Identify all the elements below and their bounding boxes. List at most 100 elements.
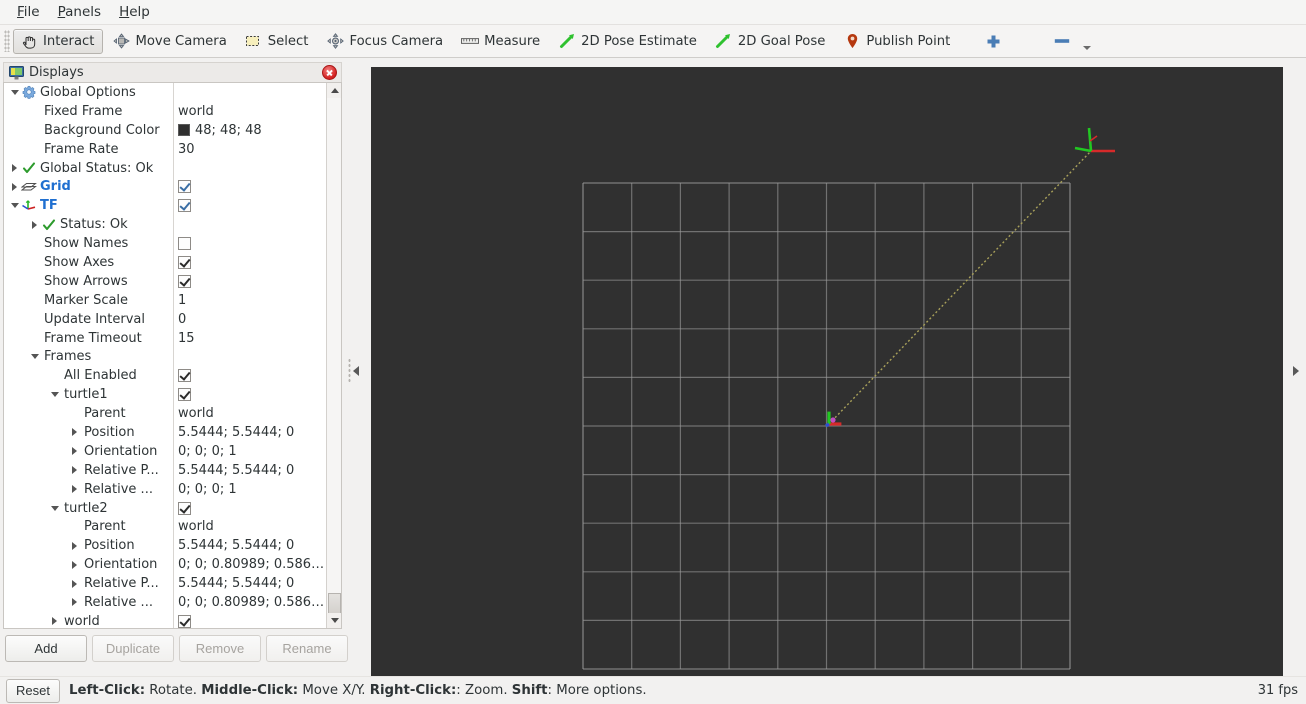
toolbar-2d-goal-pose[interactable]: 2D Goal Pose xyxy=(708,29,835,54)
color-swatch[interactable] xyxy=(178,124,190,137)
tree-item-value[interactable]: world xyxy=(178,406,214,421)
toolbar-plus-icon[interactable] xyxy=(973,29,1018,54)
3d-render-view[interactable] xyxy=(371,67,1283,704)
tree-item-value[interactable]: 0 xyxy=(178,312,186,327)
visibility-checkbox[interactable] xyxy=(178,274,191,288)
tree-item-value[interactable]: 5.5444; 5.5444; 0 xyxy=(178,538,294,553)
tree-item-value[interactable]: 15 xyxy=(178,331,195,346)
tree-expander-closed[interactable] xyxy=(68,539,81,552)
tree-row[interactable]: Show Axes xyxy=(4,253,326,272)
tree-row[interactable]: Global Options xyxy=(4,83,326,102)
tree-item-value[interactable]: 0; 0; 0; 1 xyxy=(178,482,237,497)
tree-item-value[interactable]: 1 xyxy=(178,293,186,308)
tree-row[interactable]: TF xyxy=(4,196,326,215)
tree-row[interactable]: Fixed Frame world xyxy=(4,102,326,121)
tree-expander-closed[interactable] xyxy=(68,426,81,439)
scrollbar-thumb[interactable] xyxy=(328,593,341,615)
toolbar-drag-handle[interactable] xyxy=(4,30,10,52)
tree-row[interactable]: Orientation 0; 0; 0; 1 xyxy=(4,442,326,461)
tree-row[interactable]: Position 5.5444; 5.5444; 0 xyxy=(4,423,326,442)
toolbar-select[interactable]: Select xyxy=(238,29,318,54)
scroll-down-button[interactable] xyxy=(327,613,341,628)
reset-button[interactable]: Reset xyxy=(6,678,60,703)
tree-expander-open[interactable] xyxy=(48,502,61,515)
tree-row[interactable]: Position 5.5444; 5.5444; 0 xyxy=(4,536,326,555)
toolbar-minus-icon[interactable] xyxy=(1042,29,1087,54)
tree-expander-closed[interactable] xyxy=(68,464,81,477)
tree-item-value[interactable]: 0; 0; 0.80989; 0.58658 xyxy=(178,557,326,572)
tree-row[interactable]: Background Color 48; 48; 48 xyxy=(4,121,326,140)
visibility-checkbox[interactable] xyxy=(178,369,191,383)
tree-item-value[interactable]: world xyxy=(178,519,214,534)
tree-row[interactable]: Parent world xyxy=(4,404,326,423)
tree-item-value[interactable]: 30 xyxy=(178,142,195,157)
tree-expander-closed[interactable] xyxy=(68,596,81,609)
visibility-checkbox[interactable] xyxy=(178,388,191,402)
visibility-checkbox[interactable] xyxy=(178,180,191,194)
tree-expander-closed[interactable] xyxy=(8,180,21,193)
tree-expander-closed[interactable] xyxy=(68,483,81,496)
visibility-checkbox[interactable] xyxy=(178,501,191,515)
tree-vertical-scrollbar[interactable] xyxy=(326,83,341,628)
tree-row[interactable]: Orientation 0; 0; 0.80989; 0.58658 xyxy=(4,555,326,574)
tree-row[interactable]: Relative P... 5.5444; 5.5444; 0 xyxy=(4,574,326,593)
tree-row[interactable]: Relative P... 5.5444; 5.5444; 0 xyxy=(4,461,326,480)
visibility-checkbox[interactable] xyxy=(178,237,191,251)
visibility-checkbox[interactable] xyxy=(178,614,191,628)
tree-row[interactable]: Parent world xyxy=(4,517,326,536)
tree-row[interactable]: Global Status: Ok xyxy=(4,159,326,178)
tree-expander-closed[interactable] xyxy=(68,445,81,458)
tree-expander-open[interactable] xyxy=(8,86,21,99)
tree-row[interactable]: Show Names xyxy=(4,234,326,253)
visibility-checkbox[interactable] xyxy=(178,199,191,213)
tree-item-value[interactable]: world xyxy=(178,104,214,119)
toolbar-overflow-chevron-down-icon[interactable] xyxy=(1083,46,1092,50)
tree-expander-closed[interactable] xyxy=(68,558,81,571)
tree-row[interactable]: Grid xyxy=(4,177,326,196)
tree-row[interactable]: Show Arrows xyxy=(4,272,326,291)
toolbar-interact[interactable]: Interact xyxy=(13,28,104,54)
tree-item-value[interactable]: 5.5444; 5.5444; 0 xyxy=(178,576,294,591)
tree-expander-closed[interactable] xyxy=(8,162,21,175)
tree-expander-closed[interactable] xyxy=(48,615,61,628)
scroll-up-button[interactable] xyxy=(327,83,341,98)
visibility-checkbox[interactable] xyxy=(178,255,191,269)
tree-expander-closed[interactable] xyxy=(28,218,41,231)
tree-expander-open[interactable] xyxy=(48,388,61,401)
tree-row[interactable]: Status: Ok xyxy=(4,215,326,234)
tree-row[interactable]: Frame Timeout 15 xyxy=(4,329,326,348)
close-icon[interactable] xyxy=(322,65,337,80)
tree-row[interactable]: All Enabled xyxy=(4,366,326,385)
tree-item-value[interactable]: 0; 0; 0.80989; 0.58658 xyxy=(178,595,326,610)
menu-panels[interactable]: Panels xyxy=(49,2,110,22)
tree-row[interactable]: Frame Rate 30 xyxy=(4,140,326,159)
toolbar-publish-point[interactable]: Publish Point xyxy=(836,29,959,54)
axis-z-green xyxy=(1074,146,1092,153)
tree-row[interactable]: world xyxy=(4,612,326,628)
tree-row[interactable]: Marker Scale 1 xyxy=(4,291,326,310)
tree-item-value[interactable]: 0; 0; 0; 1 xyxy=(178,444,237,459)
tree-row[interactable]: turtle1 xyxy=(4,385,326,404)
tree-item-value[interactable]: 5.5444; 5.5444; 0 xyxy=(178,463,294,478)
tree-expander-closed[interactable] xyxy=(68,577,81,590)
tree-row[interactable]: Relative ... 0; 0; 0; 1 xyxy=(4,480,326,499)
left-panel-collapse-handle[interactable] xyxy=(347,351,359,391)
tree-row[interactable]: turtle2 xyxy=(4,499,326,518)
tree-expander-open[interactable] xyxy=(8,199,21,212)
tree-expander-open[interactable] xyxy=(28,350,41,363)
menu-help[interactable]: Help xyxy=(110,2,159,22)
toolbar-2d-pose-estimate[interactable]: 2D Pose Estimate xyxy=(551,29,706,54)
menu-file[interactable]: File xyxy=(8,2,49,22)
add-button[interactable]: Add xyxy=(5,635,87,662)
tree-row[interactable]: Update Interval 0 xyxy=(4,310,326,329)
displays-tree[interactable]: Global Options Fixed Frame world Background… xyxy=(3,82,342,629)
tree-row[interactable]: Frames xyxy=(4,347,326,366)
tree-row[interactable]: Relative ... 0; 0; 0.80989; 0.58658 xyxy=(4,593,326,612)
toolbar-focus-camera[interactable]: Focus Camera xyxy=(319,29,452,54)
tree-item-value[interactable]: 5.5444; 5.5444; 0 xyxy=(178,425,294,440)
toolbar-measure[interactable]: Measure xyxy=(454,29,549,54)
tree-row-name-cell: Orientation xyxy=(4,557,173,572)
right-panel-collapse-handle[interactable] xyxy=(1290,351,1302,391)
toolbar-move-camera[interactable]: Move Camera xyxy=(105,29,235,54)
tree-column-divider[interactable] xyxy=(173,83,174,628)
